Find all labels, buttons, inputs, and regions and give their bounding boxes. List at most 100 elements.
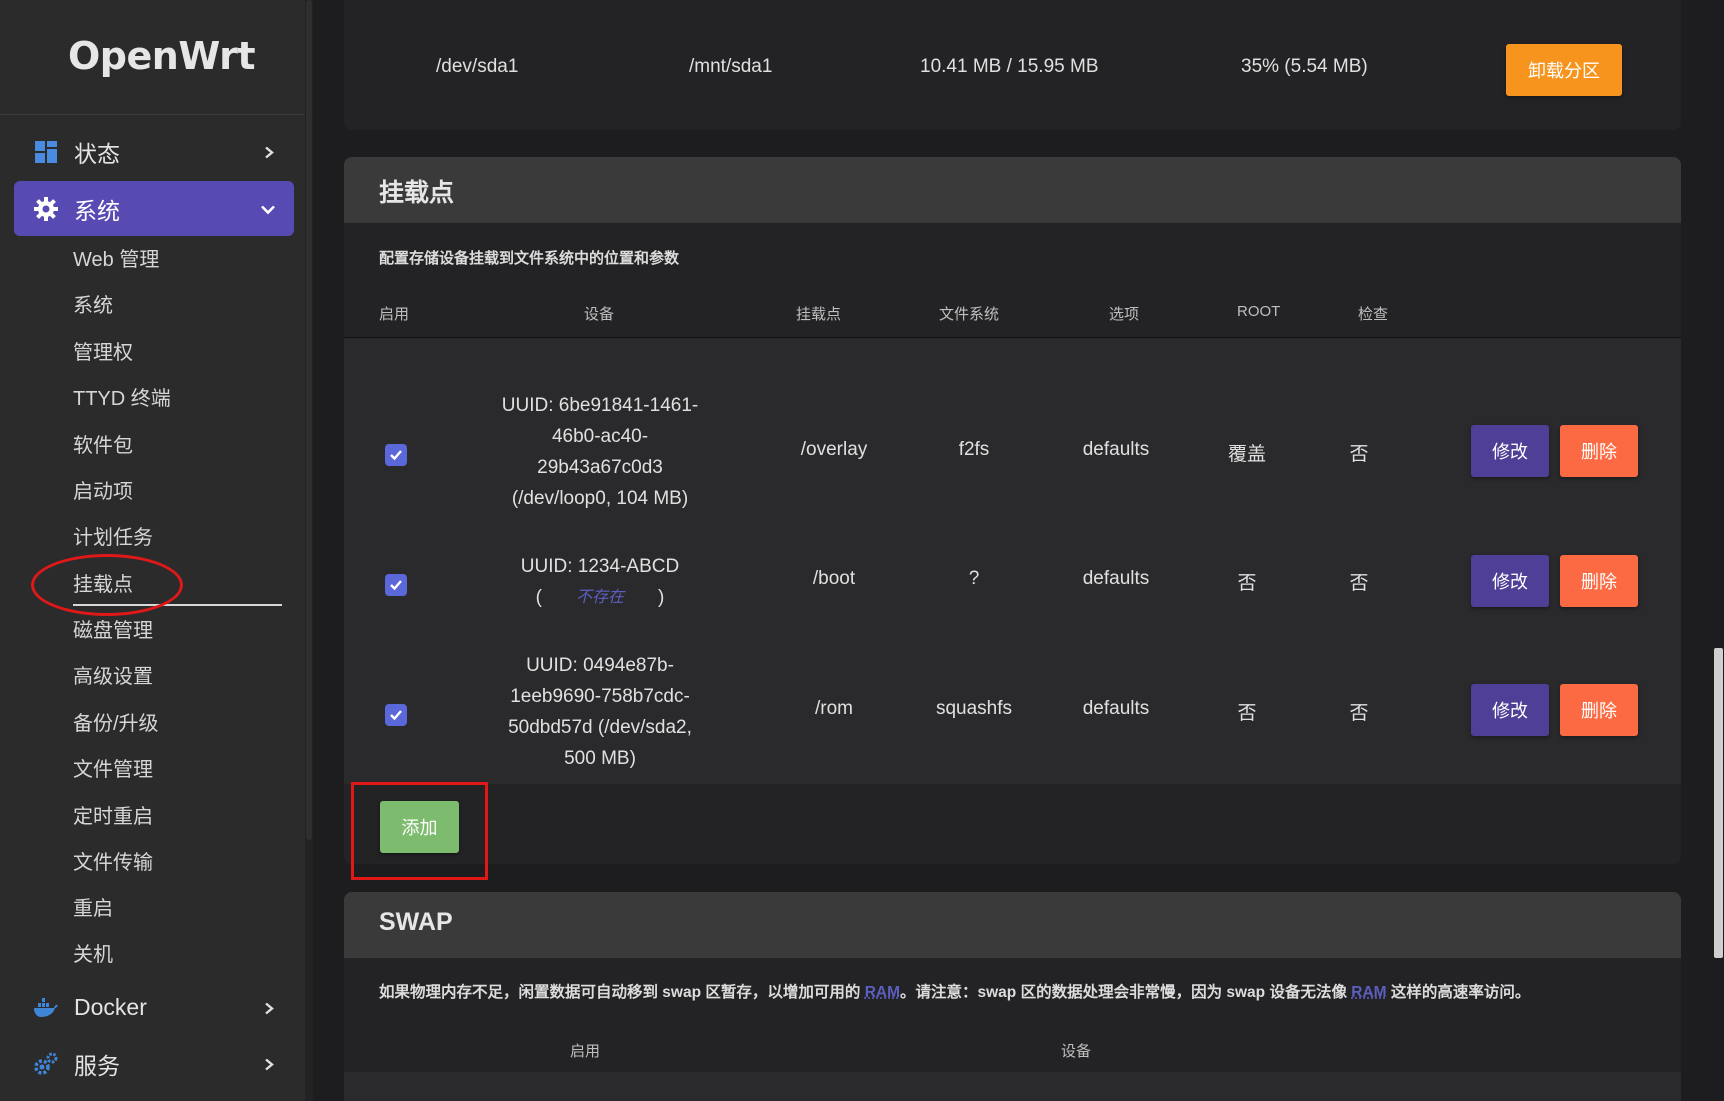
partition-mount: /mnt/sda1 xyxy=(689,56,772,78)
nav-docker[interactable]: Docker xyxy=(14,980,294,1035)
swap-card: SWAP 如果物理内存不足，闲置数据可自动移到 swap 区暂存，以增加可用的 … xyxy=(344,892,1681,1101)
delete-button[interactable]: 删除 xyxy=(1560,555,1638,607)
sidebar-item-scheduled-reboot[interactable]: 定时重启 xyxy=(73,801,153,833)
mountpoint-cell: /overlay xyxy=(774,439,894,461)
delete-button[interactable]: 删除 xyxy=(1560,684,1638,736)
device-line: 1eeb9690-758b7cdc- xyxy=(490,681,710,712)
th-enabled: 启用 xyxy=(379,303,409,324)
sidebar-scrollbar[interactable] xyxy=(305,0,313,1101)
unmount-partition-button[interactable]: 卸载分区 xyxy=(1506,44,1622,96)
chevron-right-icon xyxy=(262,1050,276,1077)
ram-abbr-link: RAM xyxy=(1351,984,1386,1001)
swap-th-device: 设备 xyxy=(1061,1040,1091,1061)
paren-close: ) xyxy=(658,582,664,613)
main-scrollbar-thumb[interactable] xyxy=(1714,648,1723,958)
device-cell: UUID: 6be91841-1461- 46b0-ac40- 29b43a67… xyxy=(490,390,710,514)
th-mountpoint: 挂载点 xyxy=(796,303,841,324)
device-line: UUID: 6be91841-1461- xyxy=(490,390,710,421)
sidebar-item-advanced-settings[interactable]: 高级设置 xyxy=(73,661,153,693)
swap-desc-text: 这样的高速率访问。 xyxy=(1387,984,1531,1001)
chevron-right-icon xyxy=(262,138,276,165)
device-line: UUID: 1234-ABCD xyxy=(490,551,710,582)
mountpoint-cell: /rom xyxy=(774,698,894,720)
dashboard-icon xyxy=(32,138,60,166)
root-cell: 覆盖 xyxy=(1212,439,1282,466)
nav-status[interactable]: 状态 xyxy=(14,124,294,179)
th-device: 设备 xyxy=(584,303,614,324)
enable-checkbox[interactable] xyxy=(385,704,407,726)
logo-divider xyxy=(0,114,305,115)
nav-system-label: 系统 xyxy=(74,192,120,226)
device-line: UUID: 0494e87b- xyxy=(490,650,710,681)
sidebar-item-startup[interactable]: 启动项 xyxy=(73,476,133,508)
nav-system[interactable]: 系统 xyxy=(14,181,294,236)
services-gear-icon xyxy=(32,1050,60,1078)
nav-services[interactable]: 服务 xyxy=(14,1036,294,1091)
sidebar-item-system[interactable]: 系统 xyxy=(73,290,113,322)
filesystem-cell: squashfs xyxy=(924,698,1024,720)
device-cell: UUID: 0494e87b- 1eeb9690-758b7cdc- 50dbd… xyxy=(490,650,710,774)
device-line: 46b0-ac40- xyxy=(490,421,710,452)
sidebar-item-reboot[interactable]: 重启 xyxy=(73,893,113,925)
delete-button[interactable]: 删除 xyxy=(1560,425,1638,477)
check-cell: 否 xyxy=(1324,439,1394,466)
root-cell: 否 xyxy=(1212,698,1282,725)
gear-icon xyxy=(32,195,60,223)
mount-points-title: 挂载点 xyxy=(379,173,454,209)
sidebar-item-shutdown[interactable]: 关机 xyxy=(73,939,113,971)
paren-open: ( xyxy=(536,582,542,613)
partition-usage: 35% (5.54 MB) xyxy=(1241,56,1368,78)
th-check: 检查 xyxy=(1358,303,1388,324)
mount-points-card: 挂载点 配置存储设备挂载到文件系统中的位置和参数 启用 设备 挂载点 文件系统 … xyxy=(344,157,1681,864)
check-cell: 否 xyxy=(1324,568,1394,595)
sidebar-item-admin-rights[interactable]: 管理权 xyxy=(73,337,133,369)
swap-description: 如果物理内存不足，闲置数据可自动移到 swap 区暂存，以增加可用的 RAM。请… xyxy=(379,980,1530,1002)
partition-device: /dev/sda1 xyxy=(436,56,518,78)
mount-points-description: 配置存储设备挂载到文件系统中的位置和参数 xyxy=(379,247,679,268)
nav-status-label: 状态 xyxy=(74,135,120,169)
ram-abbr-link: RAM xyxy=(865,984,900,1001)
sidebar-item-disk-management[interactable]: 磁盘管理 xyxy=(73,615,153,647)
sidebar-item-file-transfer[interactable]: 文件传输 xyxy=(73,847,153,879)
options-cell: defaults xyxy=(1066,568,1166,590)
device-line: 500 MB) xyxy=(490,743,710,774)
sidebar-item-ttyd[interactable]: TTYD 终端 xyxy=(73,383,171,415)
enable-checkbox[interactable] xyxy=(385,444,407,466)
device-line: 50dbd57d (/dev/sda2, xyxy=(490,712,710,743)
missing-device-label: 不存在 xyxy=(576,582,624,613)
docker-icon xyxy=(32,994,60,1022)
sidebar-item-packages[interactable]: 软件包 xyxy=(73,430,133,462)
main-scrollbar[interactable] xyxy=(1712,0,1724,1101)
device-cell: UUID: 1234-ABCD ( 不存在 ) xyxy=(490,551,710,613)
swap-desc-text: 。请注意：swap 区的数据处理会非常慢，因为 swap 设备无法像 xyxy=(900,984,1351,1001)
sidebar-item-web-admin[interactable]: Web 管理 xyxy=(73,244,159,276)
device-line: 29b43a67c0d3 xyxy=(490,452,710,483)
sidebar-item-backup-upgrade[interactable]: 备份/升级 xyxy=(73,708,159,740)
options-cell: defaults xyxy=(1066,698,1166,720)
mount-points-header: 挂载点 xyxy=(344,157,1681,223)
swap-row-background xyxy=(344,1072,1681,1101)
edit-button[interactable]: 修改 xyxy=(1471,684,1549,736)
swap-th-enabled: 启用 xyxy=(570,1040,600,1061)
enable-checkbox[interactable] xyxy=(385,574,407,596)
edit-button[interactable]: 修改 xyxy=(1471,425,1549,477)
chevron-down-icon xyxy=(260,195,276,222)
sidebar-scrollbar-thumb[interactable] xyxy=(306,0,312,840)
device-missing-line: ( 不存在 ) xyxy=(490,582,710,613)
nav-services-label: 服务 xyxy=(74,1047,120,1081)
openwrt-logo: OpenWrt xyxy=(68,34,255,78)
swap-title: SWAP xyxy=(379,908,453,937)
th-root: ROOT xyxy=(1237,303,1280,320)
sidebar: OpenWrt 状态 系统 Web 管理 系统 管理权 TTYD 终端 软件包 … xyxy=(0,0,305,1101)
chevron-right-icon xyxy=(262,994,276,1021)
annotation-rectangle xyxy=(351,782,488,880)
sidebar-item-scheduled-tasks[interactable]: 计划任务 xyxy=(73,522,153,554)
partition-card: /dev/sda1 /mnt/sda1 10.41 MB / 15.95 MB … xyxy=(344,0,1681,130)
filesystem-cell: ? xyxy=(924,568,1024,590)
device-line: (/dev/loop0, 104 MB) xyxy=(490,483,710,514)
nav-docker-label: Docker xyxy=(74,994,147,1021)
mountpoint-cell: /boot xyxy=(774,568,894,590)
edit-button[interactable]: 修改 xyxy=(1471,555,1549,607)
annotation-ellipse xyxy=(31,554,183,616)
sidebar-item-file-manager[interactable]: 文件管理 xyxy=(73,754,153,786)
